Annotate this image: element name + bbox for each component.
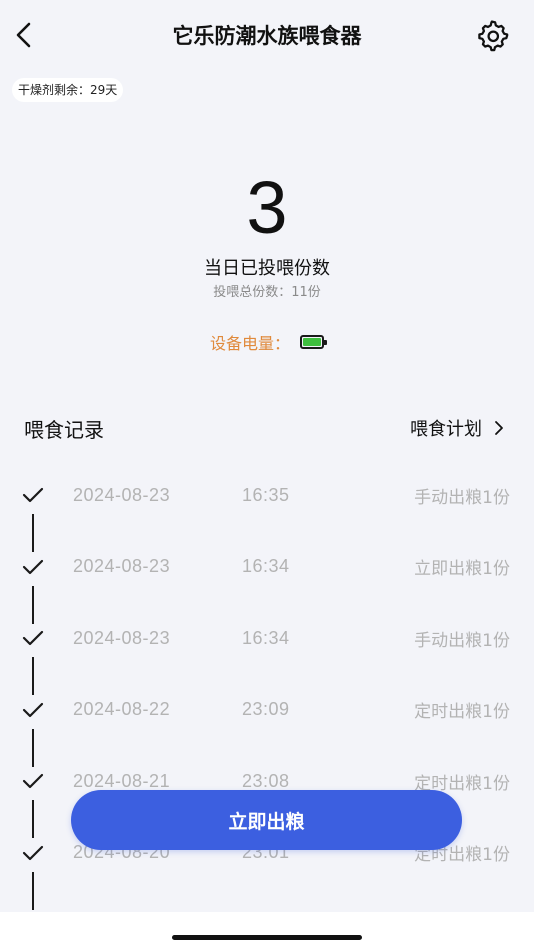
today-feed-count: 3 bbox=[246, 166, 288, 249]
feed-record-row: 2024-08-22 23:09 定时出粮1份 bbox=[0, 690, 534, 730]
desiccant-remaining-badge: 干燥剂剩余：29天 bbox=[12, 78, 124, 102]
record-action: 手动出粮1份 bbox=[414, 630, 510, 651]
check-icon bbox=[21, 483, 45, 507]
check-icon bbox=[21, 841, 45, 865]
check-icon bbox=[21, 555, 45, 579]
record-action: 立即出粮1份 bbox=[414, 559, 510, 579]
home-indicator[interactable] bbox=[172, 935, 362, 940]
feed-plan-label: 喂食计划 bbox=[410, 419, 482, 440]
record-time: 23:08 bbox=[242, 770, 290, 791]
header: 它乐防潮水族喂食器 bbox=[0, 0, 534, 72]
feed-plan-link[interactable]: 喂食计划 bbox=[410, 415, 504, 441]
settings-button[interactable] bbox=[474, 17, 510, 53]
battery-level-fill bbox=[303, 338, 321, 346]
record-time: 16:34 bbox=[242, 627, 290, 648]
feed-records-title: 喂食记录 bbox=[24, 418, 104, 442]
feed-record-row: 2024-08-23 16:34 立即出粮1份 bbox=[0, 547, 534, 587]
battery-status: 设备电量： bbox=[0, 330, 534, 354]
record-date: 2024-08-22 bbox=[73, 699, 171, 719]
page-title: 它乐防潮水族喂食器 bbox=[172, 24, 362, 48]
feed-now-button[interactable]: 立即出粮 bbox=[71, 790, 462, 850]
record-date: 2024-08-23 bbox=[73, 556, 171, 576]
gear-icon bbox=[478, 20, 509, 52]
battery-label: 设备电量： bbox=[209, 334, 290, 353]
feed-record-row: 2024-08-23 16:35 手动出粮1份 bbox=[0, 475, 534, 515]
check-icon bbox=[21, 626, 45, 650]
record-action: 定时出粮1份 bbox=[414, 702, 510, 722]
check-icon bbox=[21, 698, 45, 722]
record-time: 23:09 bbox=[242, 699, 290, 719]
record-date: 2024-08-21 bbox=[73, 770, 171, 791]
record-time: 16:34 bbox=[242, 556, 290, 576]
total-feed-label: 投喂总份数：11份 bbox=[213, 285, 321, 300]
today-feed-label: 当日已投喂份数 bbox=[204, 258, 330, 279]
timeline-connector bbox=[32, 871, 34, 910]
chevron-right-icon bbox=[495, 421, 503, 435]
feed-record-row: 2024-08-23 16:34 手动出粮1份 bbox=[0, 618, 534, 658]
bottom-safe-area bbox=[0, 912, 534, 950]
check-icon bbox=[21, 769, 45, 793]
record-time: 16:35 bbox=[242, 484, 290, 505]
record-action: 手动出粮1份 bbox=[414, 487, 510, 508]
record-date: 2024-08-23 bbox=[73, 484, 171, 505]
battery-icon bbox=[300, 335, 327, 349]
record-date: 2024-08-23 bbox=[73, 627, 171, 648]
